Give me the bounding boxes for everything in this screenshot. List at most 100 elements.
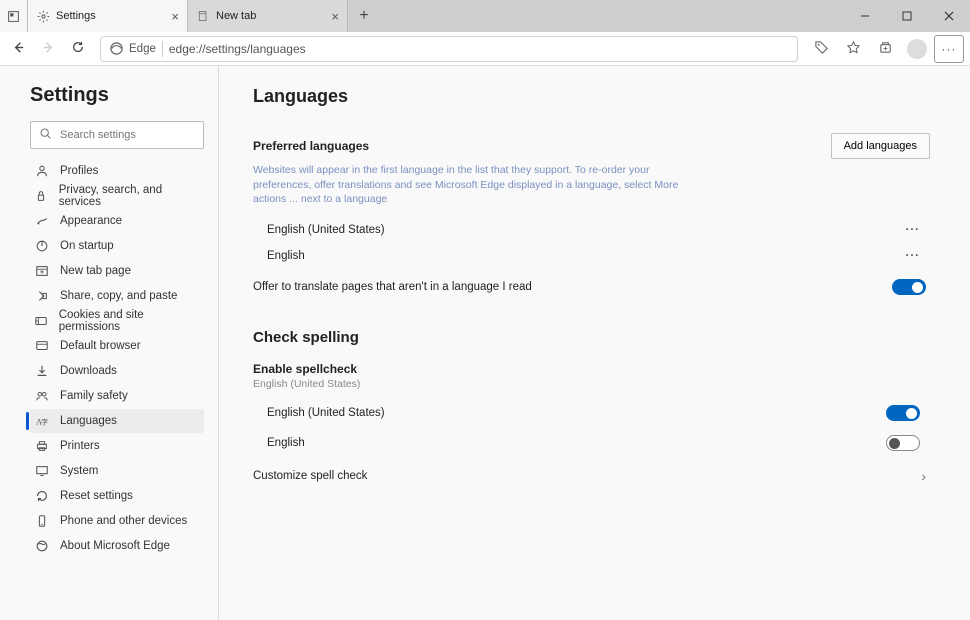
nav-icon <box>34 363 50 379</box>
enable-spellcheck-label: Enable spellcheck <box>253 362 930 376</box>
settings-main: Languages Preferred languages Add langua… <box>219 66 970 620</box>
search-icon <box>39 127 52 143</box>
spellcheck-language-toggle[interactable] <box>886 405 920 421</box>
nav-icon <box>34 538 50 554</box>
nav-icon <box>34 513 50 529</box>
nav-icon <box>34 388 50 404</box>
sidebar-item-label: Languages <box>60 415 117 427</box>
window-minimize-button[interactable] <box>844 0 886 32</box>
tab-title: New tab <box>216 10 256 22</box>
tag-icon <box>814 40 829 58</box>
arrow-left-icon <box>11 40 26 58</box>
sidebar-item-phone-and-other-devices[interactable]: Phone and other devices <box>30 509 204 533</box>
preferred-languages-label: Preferred languages <box>253 139 369 153</box>
shopping-button[interactable] <box>806 35 836 63</box>
customize-spell-check-row[interactable]: Customize spell check › <box>253 458 930 494</box>
refresh-button[interactable] <box>64 35 92 63</box>
sidebar-item-reset-settings[interactable]: Reset settings <box>30 484 204 508</box>
forward-button[interactable] <box>34 35 62 63</box>
nav-icon <box>34 463 50 479</box>
sidebar-item-label: Share, copy, and paste <box>60 290 177 302</box>
preferred-languages-help: Websites will appear in the first langua… <box>253 163 693 207</box>
tab-actions-button[interactable] <box>0 0 28 32</box>
window-maximize-button[interactable] <box>886 0 928 32</box>
sidebar-item-label: System <box>60 465 98 477</box>
spellcheck-language-toggle[interactable] <box>886 435 920 451</box>
url-input[interactable] <box>169 42 797 56</box>
sidebar-item-printers[interactable]: Printers <box>30 434 204 458</box>
sidebar-item-label: Privacy, search, and services <box>59 184 196 208</box>
nav-icon <box>34 488 50 504</box>
nav-icon <box>34 338 50 354</box>
language-name: English (United States) <box>267 224 385 236</box>
settings-sidebar: Settings Profiles Privacy, search, and se… <box>0 66 218 620</box>
chevron-right-icon: › <box>921 468 926 484</box>
nav-icon <box>34 438 50 454</box>
separator <box>162 41 163 57</box>
language-name: English <box>267 437 305 449</box>
profile-button[interactable] <box>902 35 932 63</box>
tab-settings[interactable]: Settings × <box>28 0 188 32</box>
add-languages-button[interactable]: Add languages <box>831 133 930 159</box>
language-name: English <box>267 250 305 262</box>
sidebar-item-label: Phone and other devices <box>60 515 187 527</box>
sidebar-item-downloads[interactable]: Downloads <box>30 359 204 383</box>
enable-spellcheck-desc: English (United States) <box>253 378 930 390</box>
nav-icon <box>34 288 50 304</box>
tab-actions-icon <box>6 9 20 23</box>
sidebar-item-label: About Microsoft Edge <box>60 540 170 552</box>
settings-content: Settings Profiles Privacy, search, and se… <box>0 66 970 620</box>
collections-button[interactable] <box>870 35 900 63</box>
sidebar-item-cookies-and-site-permissions[interactable]: Cookies and site permissions <box>30 309 204 333</box>
sidebar-item-new-tab-page[interactable]: New tab page <box>30 259 204 283</box>
tab-new[interactable]: New tab × <box>188 0 348 32</box>
tab-close-button[interactable]: × <box>331 9 339 24</box>
ellipsis-icon: ··· <box>942 42 957 56</box>
sidebar-item-label: Cookies and site permissions <box>59 309 196 333</box>
star-icon <box>846 40 861 58</box>
settings-search[interactable] <box>30 121 204 149</box>
check-spelling-heading: Check spelling <box>253 329 930 346</box>
nav-icon <box>34 263 50 279</box>
edge-logo-icon <box>109 41 125 57</box>
sidebar-item-label: Reset settings <box>60 490 133 502</box>
language-more-button[interactable]: ··· <box>906 250 921 262</box>
address-bar[interactable]: Edge <box>100 36 798 62</box>
sidebar-item-label: New tab page <box>60 265 131 277</box>
nav-icon <box>34 313 49 329</box>
sidebar-item-share-copy-and-paste[interactable]: Share, copy, and paste <box>30 284 204 308</box>
page-title: Languages <box>253 86 930 107</box>
translate-toggle-label: Offer to translate pages that aren't in … <box>253 281 532 293</box>
settings-search-input[interactable] <box>60 129 202 141</box>
tab-title: Settings <box>56 10 96 22</box>
window-close-button[interactable] <box>928 0 970 32</box>
favorites-button[interactable] <box>838 35 868 63</box>
sidebar-item-default-browser[interactable]: Default browser <box>30 334 204 358</box>
sidebar-item-privacy-search-and-services[interactable]: Privacy, search, and services <box>30 184 204 208</box>
nav-icon <box>34 213 50 229</box>
language-more-button[interactable]: ··· <box>906 224 921 236</box>
sidebar-item-label: On startup <box>60 240 114 252</box>
back-button[interactable] <box>4 35 32 63</box>
sidebar-item-system[interactable]: System <box>30 459 204 483</box>
settings-heading: Settings <box>30 84 204 107</box>
sidebar-item-label: Downloads <box>60 365 117 377</box>
translate-toggle[interactable] <box>892 279 926 295</box>
preferred-language-row: English ··· <box>253 243 930 269</box>
svg-text:字: 字 <box>41 418 48 427</box>
avatar-icon <box>907 39 927 59</box>
sidebar-item-on-startup[interactable]: On startup <box>30 234 204 258</box>
sidebar-item-profiles[interactable]: Profiles <box>30 159 204 183</box>
sidebar-item-about-microsoft-edge[interactable]: About Microsoft Edge <box>30 534 204 558</box>
sidebar-item-family-safety[interactable]: Family safety <box>30 384 204 408</box>
spellcheck-language-row: English (United States) <box>253 398 930 428</box>
preferred-language-row: English (United States) ··· <box>253 217 930 243</box>
more-menu-button[interactable]: ··· <box>934 35 964 63</box>
nav-icon <box>34 238 50 254</box>
new-tab-button[interactable]: + <box>348 0 380 32</box>
sidebar-item-appearance[interactable]: Appearance <box>30 209 204 233</box>
tab-close-button[interactable]: × <box>171 9 179 24</box>
page-icon <box>196 9 210 23</box>
sidebar-item-languages[interactable]: A字Languages <box>30 409 204 433</box>
sidebar-item-label: Profiles <box>60 165 98 177</box>
